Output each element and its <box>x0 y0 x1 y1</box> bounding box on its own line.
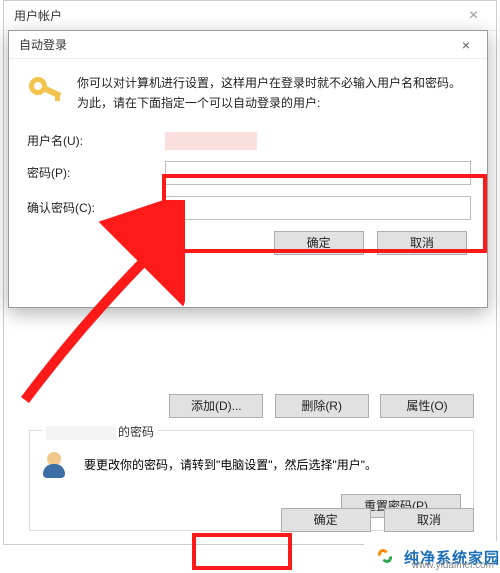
auto-login-info: 你可以对计算机进行设置，这样用户在登录时就不必输入用户名和密码。为此，请在下面指… <box>77 73 471 114</box>
outer-bottom-buttons: 确定 取消 <box>271 508 474 532</box>
user-list-buttons: 添加(D)... 删除(R) 属性(O) <box>161 394 474 418</box>
confirm-password-label: 确认密码(C): <box>25 199 165 216</box>
close-icon[interactable]: × <box>445 31 487 58</box>
inner-titlebar[interactable]: 自动登录 × <box>9 31 487 59</box>
add-button[interactable]: 添加(D)... <box>169 394 263 418</box>
confirm-password-input[interactable] <box>165 196 471 220</box>
auto-login-dialog: 自动登录 × 你可以对计算机进行设置，这样用户在登录时就不必输入用户名和密码。为… <box>8 30 488 308</box>
auto-login-form: 用户名(U): 密码(P): 确认密码(C): <box>25 132 471 220</box>
watermark-url: www.yidaimei.com <box>412 560 494 571</box>
outer-titlebar[interactable]: 用户帐户 × <box>4 1 496 31</box>
watermark-logo-icon <box>374 545 398 569</box>
redacted-username <box>46 426 116 440</box>
inner-dialog-buttons: 确定 取消 <box>25 231 471 255</box>
password-change-msg: 要更改你的密码，请转到"电脑设置"，然后选择"用户"。 <box>84 456 461 475</box>
password-groupbox-title: 的密码 <box>42 423 158 440</box>
inner-ok-button[interactable]: 确定 <box>274 231 364 255</box>
password-title-suffix: 的密码 <box>118 425 154 439</box>
password-label: 密码(P): <box>25 164 165 181</box>
cancel-button[interactable]: 取消 <box>384 508 474 532</box>
remove-button[interactable]: 删除(R) <box>275 394 369 418</box>
user-key-icon <box>42 450 74 482</box>
key-icon <box>29 73 61 105</box>
username-label: 用户名(U): <box>25 132 165 149</box>
close-icon[interactable]: × <box>451 1 496 30</box>
outer-title: 用户帐户 <box>14 1 62 30</box>
username-value-redacted <box>165 132 257 150</box>
properties-button[interactable]: 属性(O) <box>380 394 474 418</box>
password-input[interactable] <box>165 161 471 185</box>
inner-cancel-button[interactable]: 取消 <box>377 231 467 255</box>
inner-title: 自动登录 <box>19 31 67 58</box>
ok-button[interactable]: 确定 <box>281 508 371 532</box>
